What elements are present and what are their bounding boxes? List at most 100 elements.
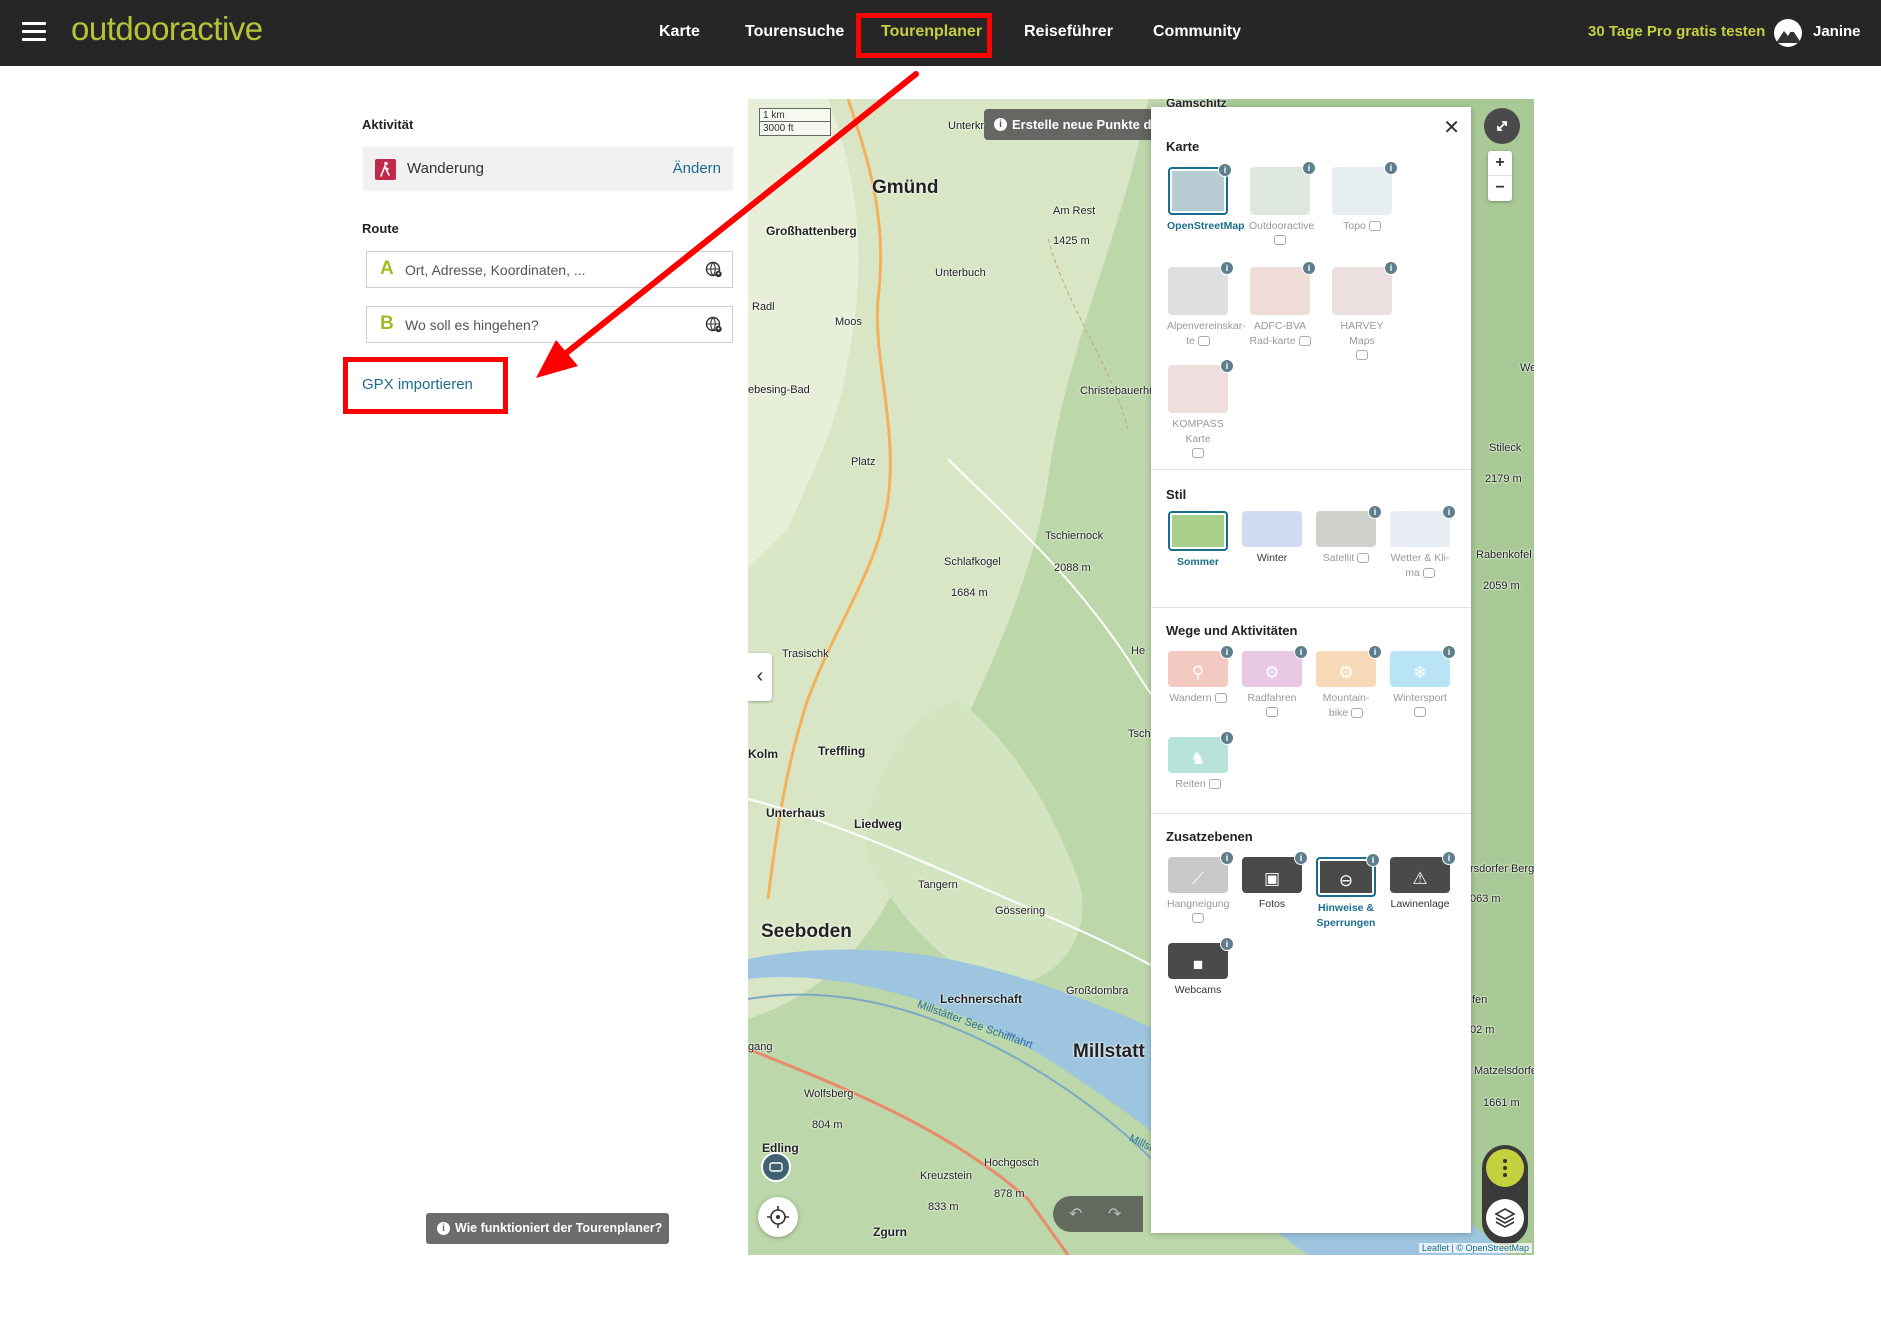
activity-selector[interactable]: Wanderung Ändern	[363, 147, 733, 191]
locate-me-icon[interactable]	[758, 1197, 798, 1237]
basemap-topo[interactable]: i Topo	[1331, 161, 1398, 234]
nav-link-community[interactable]: Community	[1153, 23, 1241, 41]
undo-icon[interactable]: ↶	[1069, 1204, 1082, 1224]
change-activity-link[interactable]: Ändern	[673, 160, 721, 177]
info-icon[interactable]: i	[1442, 505, 1456, 519]
info-icon[interactable]: i	[1220, 359, 1234, 373]
style-winter[interactable]: Winter	[1241, 511, 1303, 566]
map-label: rsdorfer Berg	[1470, 863, 1534, 875]
gpx-import-link[interactable]: GPX importieren	[362, 376, 473, 393]
fullscreen-icon[interactable]	[1484, 108, 1520, 144]
warning-icon: ⚠	[1412, 869, 1428, 888]
layer-mountainbike[interactable]: ⚙ i Mountain-bike	[1315, 645, 1382, 721]
redo-icon[interactable]: ↷	[1108, 1204, 1121, 1224]
basemap-outdooractive[interactable]: i Outdooractive	[1249, 161, 1316, 245]
map-action-buttons	[1482, 1145, 1528, 1245]
tile-label: Sommer	[1176, 556, 1219, 568]
map-label: Stileck	[1489, 442, 1522, 454]
info-icon[interactable]: i	[1220, 851, 1234, 865]
map-label: Gössering	[995, 905, 1046, 917]
pro-badge-icon	[1197, 336, 1210, 347]
map-logo-badge-icon[interactable]	[761, 1152, 791, 1182]
map-label: Unterbuch	[935, 267, 986, 279]
info-icon[interactable]: i	[1368, 505, 1382, 519]
overlay-hangneigung[interactable]: ⟋ i Hangneigung	[1167, 851, 1234, 923]
nav-link-karte[interactable]: Karte	[659, 23, 700, 41]
close-icon[interactable]: ✕	[1443, 115, 1460, 140]
info-icon[interactable]: i	[1384, 261, 1398, 275]
info-icon[interactable]: i	[1218, 163, 1232, 177]
overlay-lawinenlage[interactable]: ⚠ i Lawinenlage	[1389, 851, 1456, 912]
info-icon[interactable]: i	[1442, 645, 1456, 659]
scale-km: 1 km	[759, 108, 831, 122]
style-sommer[interactable]: Sommer	[1167, 511, 1229, 570]
collapse-panel-button[interactable]: ‹	[748, 653, 772, 701]
map-label: Hochgosch	[984, 1157, 1040, 1169]
map-label: Unterhaus	[766, 806, 826, 820]
basemap-kompass[interactable]: i KOMPASS Karte	[1167, 359, 1234, 458]
nav-link-tourensuche[interactable]: Tourensuche	[745, 23, 844, 41]
wege-section-title: Wege und Aktivitäten	[1166, 623, 1298, 638]
map-label: Treffling	[818, 744, 866, 758]
divider	[1151, 607, 1471, 608]
undo-redo-bar: ↶ ↷	[1053, 1196, 1143, 1232]
map-label: Liedweg	[854, 817, 903, 831]
nav-link-tourenplaner[interactable]: Tourenplaner	[881, 23, 982, 41]
pro-trial-link[interactable]: 30 Tage Pro gratis testen	[1588, 23, 1765, 40]
pro-badge-icon	[1298, 336, 1311, 347]
info-icon[interactable]: i	[1302, 261, 1316, 275]
zoom-in-button[interactable]: +	[1488, 151, 1512, 176]
overlay-webcams[interactable]: ■ i Webcams	[1167, 937, 1234, 998]
info-icon[interactable]: i	[1366, 853, 1380, 867]
info-icon[interactable]: i	[1442, 851, 1456, 865]
map-label: 804 m	[812, 1119, 843, 1131]
karte-section-title: Karte	[1166, 139, 1200, 154]
tile-label: Wintersport	[1393, 692, 1447, 704]
map-label: Rabenkofel	[1476, 549, 1532, 561]
map-label: Tschiernock	[1045, 530, 1104, 542]
layer-wandern[interactable]: ⚲ i Wandern	[1167, 645, 1234, 706]
map-label: 1425 m	[1053, 235, 1090, 247]
info-icon[interactable]: i	[1220, 937, 1234, 951]
nav-link-reisefuehrer[interactable]: Reiseführer	[1024, 23, 1113, 41]
map-label: Platz	[851, 456, 876, 468]
info-icon[interactable]: i	[1220, 645, 1234, 659]
basemap-harvey[interactable]: i HARVEY Maps	[1331, 261, 1398, 360]
pro-badge-icon	[1351, 708, 1364, 719]
hiking-icon: ⚲	[1191, 663, 1205, 682]
style-satellit[interactable]: i Satellit	[1315, 505, 1382, 566]
avatar[interactable]	[1774, 19, 1802, 47]
tile-label: Fotos	[1258, 898, 1286, 910]
basemap-alpenverein[interactable]: i Alpenvereinskar-te	[1167, 261, 1246, 349]
info-icon[interactable]: i	[1368, 645, 1382, 659]
start-point-input[interactable]: A Ort, Adresse, Koordinaten, ...	[366, 251, 733, 288]
info-icon[interactable]: i	[1294, 851, 1308, 865]
layer-wintersport[interactable]: ❄ i Wintersport	[1389, 645, 1456, 717]
info-icon[interactable]: i	[1302, 161, 1316, 175]
logo[interactable]: outdooractive	[71, 10, 263, 48]
basemap-adfc[interactable]: i ADFC-BVA Rad-karte	[1249, 261, 1316, 349]
zoom-out-button[interactable]: −	[1488, 176, 1512, 201]
overlay-hinweise-sperrungen[interactable]: ⊖ i Hinweise & Sperrungen	[1315, 853, 1380, 931]
destination-input[interactable]: B Wo soll es hingehen?	[366, 306, 733, 343]
basemap-openstreetmap[interactable]: i OpenStreetMap	[1167, 163, 1245, 234]
user-name[interactable]: Janine	[1813, 23, 1861, 40]
map-label: Lechnerschaft	[940, 992, 1023, 1006]
layer-reiten[interactable]: ♞ i Reiten	[1167, 731, 1234, 792]
hamburger-menu-icon[interactable]	[22, 22, 46, 42]
map-label: gang	[748, 1041, 773, 1053]
globe-location-icon[interactable]	[705, 316, 723, 334]
map-attribution[interactable]: Leaflet | © OpenStreetMap	[1418, 1243, 1532, 1253]
info-icon[interactable]: i	[1384, 161, 1398, 175]
info-icon[interactable]: i	[1220, 261, 1234, 275]
style-wetter-klima[interactable]: i Wetter & Kli-ma	[1389, 505, 1456, 581]
globe-location-icon[interactable]	[705, 261, 723, 279]
overlay-fotos[interactable]: ▣ i Fotos	[1241, 851, 1308, 912]
pro-badge-icon	[1274, 235, 1286, 245]
planner-help-button[interactable]: i Wie funktioniert der Tourenplaner?	[426, 1213, 669, 1244]
layer-radfahren[interactable]: ⚙ i Radfahren	[1241, 645, 1308, 717]
layers-icon[interactable]	[1486, 1199, 1524, 1237]
info-icon[interactable]: i	[1220, 731, 1234, 745]
info-icon[interactable]: i	[1294, 645, 1308, 659]
more-options-icon[interactable]	[1486, 1149, 1524, 1187]
